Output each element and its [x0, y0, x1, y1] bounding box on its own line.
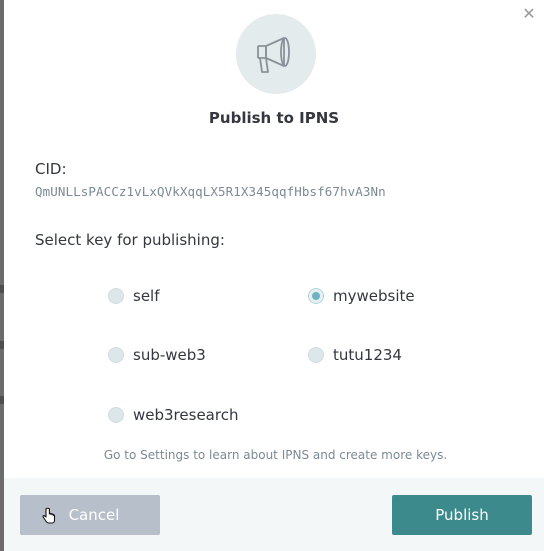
- key-option-tutu1234[interactable]: tutu1234: [308, 346, 402, 364]
- radio-button[interactable]: [108, 347, 124, 363]
- dialog-footer: Cancel Publish: [4, 478, 544, 551]
- close-icon[interactable]: ✕: [520, 6, 538, 24]
- key-option-label: web3research: [133, 406, 239, 424]
- key-option-label: tutu1234: [333, 346, 402, 364]
- key-option-mywebsite[interactable]: mywebsite: [308, 287, 415, 305]
- cancel-button[interactable]: Cancel: [20, 495, 160, 535]
- dialog-title: Publish to IPNS: [208, 109, 340, 127]
- key-option-self[interactable]: self: [108, 287, 160, 305]
- key-select-label: Select key for publishing:: [35, 231, 225, 249]
- radio-button-selected[interactable]: [308, 288, 324, 304]
- settings-hint: Go to Settings to learn about IPNS and c…: [103, 448, 448, 462]
- publish-ipns-dialog: ✕ Publish to IPNS CID: QmUNLLsPACCz1vLxQ…: [4, 0, 544, 551]
- cancel-button-label: Cancel: [68, 506, 120, 524]
- radio-button[interactable]: [108, 407, 124, 423]
- radio-dot: [312, 292, 320, 300]
- cid-label: CID:: [35, 160, 67, 178]
- key-option-label: self: [133, 287, 160, 305]
- megaphone-icon: [236, 14, 316, 94]
- publish-button[interactable]: Publish: [392, 495, 532, 535]
- cid-value: QmUNLLsPACCz1vLxQVkXqqLX5R1X345qqfHbsf67…: [35, 184, 386, 199]
- key-option-sub-web3[interactable]: sub-web3: [108, 346, 206, 364]
- radio-button[interactable]: [108, 288, 124, 304]
- key-option-web3research[interactable]: web3research: [108, 406, 238, 424]
- key-option-label: mywebsite: [333, 287, 415, 305]
- key-option-label: sub-web3: [133, 346, 206, 364]
- radio-button[interactable]: [308, 347, 324, 363]
- hand-cursor-icon: [42, 507, 56, 524]
